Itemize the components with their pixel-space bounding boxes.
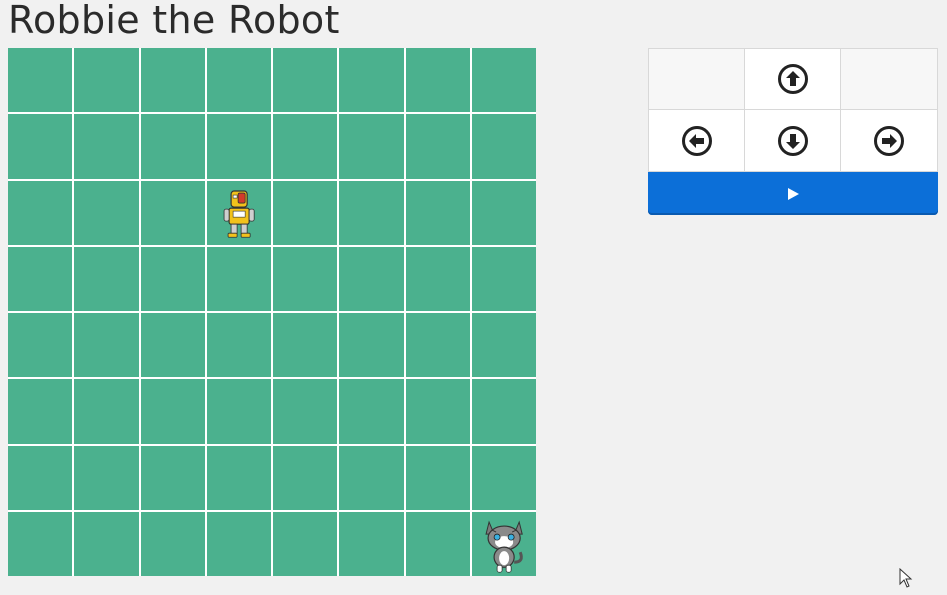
robot-icon xyxy=(223,189,255,238)
board-cell xyxy=(8,48,73,113)
board-cell xyxy=(273,445,338,510)
game-board xyxy=(8,48,536,576)
board-cell xyxy=(339,246,404,311)
board-cell xyxy=(140,246,205,311)
board-cell xyxy=(8,511,73,576)
board-cell xyxy=(339,445,404,510)
board-cell xyxy=(206,445,271,510)
board-cell xyxy=(339,313,404,378)
board-cell xyxy=(140,379,205,444)
board-cell xyxy=(8,246,73,311)
board-cell xyxy=(405,379,470,444)
board-cell xyxy=(405,180,470,245)
board-cell xyxy=(339,511,404,576)
board-cell xyxy=(273,511,338,576)
board-cell xyxy=(273,246,338,311)
board-cell xyxy=(339,379,404,444)
board-cell xyxy=(273,48,338,113)
board-cell xyxy=(273,114,338,179)
board-cell xyxy=(405,114,470,179)
board-cell xyxy=(273,180,338,245)
board-cell xyxy=(206,246,271,311)
board-cell xyxy=(140,114,205,179)
board-cell xyxy=(273,313,338,378)
arrow-left-circle-icon xyxy=(681,125,712,156)
controls-panel xyxy=(648,48,938,215)
board-cell xyxy=(74,180,139,245)
board-cell xyxy=(471,313,536,378)
board-cell xyxy=(74,379,139,444)
board-cell xyxy=(74,511,139,576)
board-cell xyxy=(471,246,536,311)
arrow-right-circle-icon xyxy=(874,125,904,156)
cat-icon xyxy=(485,520,523,573)
board-cell xyxy=(339,180,404,245)
board-cell xyxy=(206,511,271,576)
dpad-empty-top-right xyxy=(841,49,937,110)
page-title: Robbie the Robot xyxy=(8,0,340,42)
board-cell-robot xyxy=(206,180,271,245)
board-cell xyxy=(8,114,73,179)
board-cell xyxy=(405,445,470,510)
board-cell xyxy=(206,48,271,113)
board-cell xyxy=(405,246,470,311)
board-cell xyxy=(471,379,536,444)
board-cell xyxy=(471,48,536,113)
board-cell xyxy=(471,114,536,179)
board-cell xyxy=(206,379,271,444)
move-right-button[interactable] xyxy=(841,110,937,171)
board-cell xyxy=(74,445,139,510)
board-cell xyxy=(339,48,404,113)
move-left-button[interactable] xyxy=(649,110,745,171)
board-cell xyxy=(8,379,73,444)
board-cell xyxy=(273,379,338,444)
board-cell xyxy=(8,180,73,245)
dpad-empty-top-left xyxy=(649,49,745,110)
board-cell xyxy=(339,114,404,179)
board-cell xyxy=(471,445,536,510)
board-cell xyxy=(405,511,470,576)
board-cell xyxy=(8,445,73,510)
board-cell xyxy=(206,313,271,378)
board-cell xyxy=(74,246,139,311)
board-cell xyxy=(74,114,139,179)
board-cell xyxy=(471,180,536,245)
board-cell xyxy=(74,313,139,378)
board-cell xyxy=(8,313,73,378)
arrow-up-circle-icon xyxy=(777,64,808,94)
move-up-button[interactable] xyxy=(745,49,841,110)
board-cell xyxy=(140,48,205,113)
board-cell xyxy=(206,114,271,179)
board-cell xyxy=(140,445,205,510)
play-icon xyxy=(788,187,799,200)
board-cell xyxy=(140,313,205,378)
direction-pad xyxy=(648,48,938,172)
run-button[interactable] xyxy=(648,172,938,215)
board-cell xyxy=(140,180,205,245)
arrow-down-circle-icon xyxy=(777,125,808,156)
board-cell xyxy=(405,48,470,113)
board-cell xyxy=(405,313,470,378)
mouse-cursor-icon xyxy=(899,568,913,588)
board-cell xyxy=(140,511,205,576)
move-down-button[interactable] xyxy=(745,110,841,171)
board-cell xyxy=(74,48,139,113)
board-cell-cat xyxy=(471,511,536,576)
